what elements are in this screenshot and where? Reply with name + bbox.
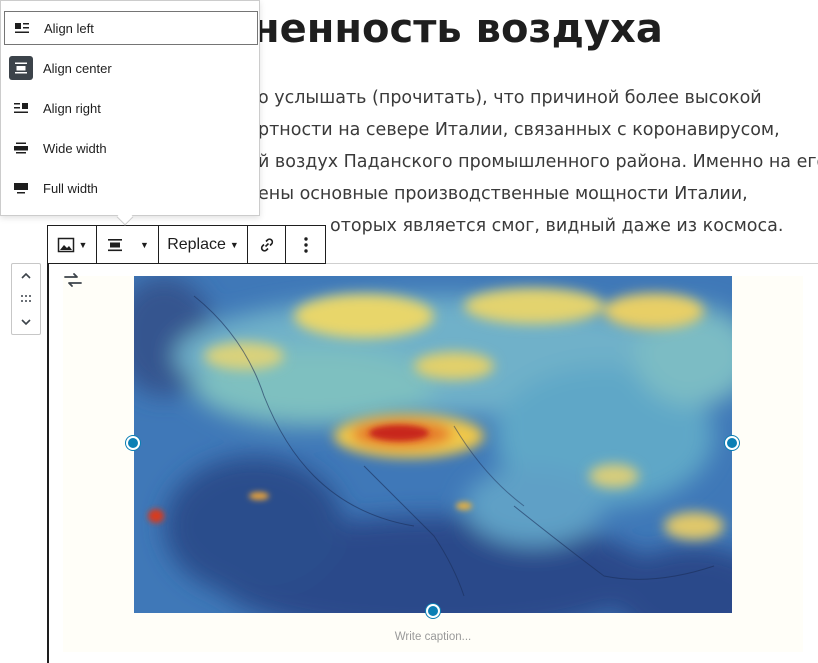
resize-handle-right[interactable] bbox=[725, 436, 739, 450]
caption-input[interactable]: Write caption... bbox=[63, 631, 803, 643]
caret-down-icon: ▼ bbox=[140, 239, 149, 250]
align-dropdown-menu: Align left Align center Align right Wide… bbox=[0, 0, 260, 226]
replace-label: Replace bbox=[167, 235, 226, 253]
chevron-down-icon bbox=[21, 319, 31, 326]
more-vertical-icon bbox=[303, 236, 308, 253]
align-button[interactable]: ▼ bbox=[97, 226, 158, 263]
menu-item-align-left[interactable]: Align left bbox=[4, 11, 258, 45]
caret-down-icon: ▼ bbox=[229, 239, 239, 250]
block-type-button[interactable]: ▼ bbox=[48, 226, 96, 263]
more-options-button[interactable] bbox=[286, 226, 325, 263]
paragraph-line: оторых является смог, видный даже из кос… bbox=[330, 216, 784, 236]
link-icon bbox=[260, 237, 273, 252]
menu-item-align-right[interactable]: Align right bbox=[4, 91, 258, 125]
drag-handle-icon bbox=[21, 295, 31, 302]
toolbar-group-align: ▼ bbox=[97, 226, 159, 263]
caret-down-icon: ▼ bbox=[78, 239, 88, 250]
wide-width-icon bbox=[9, 136, 33, 160]
toolbar-group-link bbox=[248, 226, 286, 263]
align-right-icon bbox=[9, 96, 33, 120]
block-toolbar: ▼ ▼ Replace ▼ bbox=[47, 225, 326, 264]
toolbar-group-block-type: ▼ bbox=[48, 226, 97, 263]
drag-handle[interactable] bbox=[12, 288, 40, 310]
move-up-button[interactable] bbox=[12, 265, 40, 287]
replace-button[interactable]: Replace ▼ bbox=[159, 226, 247, 263]
pollution-map-image[interactable] bbox=[134, 276, 732, 613]
menu-item-label: Align left bbox=[44, 20, 94, 36]
menu-item-align-center[interactable]: Align center bbox=[4, 51, 258, 85]
paragraph-line: о услышать (прочитать), что причиной бол… bbox=[258, 88, 762, 108]
align-left-icon bbox=[10, 16, 34, 40]
menu-item-wide-width[interactable]: Wide width bbox=[4, 131, 258, 165]
resize-handle-bottom[interactable] bbox=[426, 604, 440, 618]
menu-item-label: Full width bbox=[43, 180, 98, 196]
menu-item-label: Align center bbox=[43, 60, 112, 76]
toolbar-group-more bbox=[286, 226, 325, 263]
toolbar-group-replace: Replace ▼ bbox=[159, 226, 248, 263]
paragraph-line: й воздух Паданского промышленного района… bbox=[258, 152, 818, 172]
paragraph-line: ртности на севере Италии, связанных с ко… bbox=[258, 120, 780, 140]
align-center-icon bbox=[9, 56, 33, 80]
link-button[interactable] bbox=[248, 226, 285, 263]
chevron-up-icon bbox=[21, 272, 31, 279]
post-title[interactable]: ненность воздуха bbox=[252, 2, 812, 56]
swap-icon[interactable] bbox=[61, 268, 85, 292]
align-center-icon bbox=[108, 238, 123, 251]
block-mover bbox=[11, 263, 41, 335]
image-icon bbox=[57, 237, 74, 252]
menu-item-full-width[interactable]: Full width bbox=[4, 171, 258, 205]
menu-item-label: Wide width bbox=[43, 140, 107, 156]
resize-handle-left[interactable] bbox=[126, 436, 140, 450]
move-down-button[interactable] bbox=[12, 311, 40, 333]
menu-item-label: Align right bbox=[43, 100, 101, 116]
paragraph-line: ены основные производственные мощности И… bbox=[258, 184, 748, 204]
full-width-icon bbox=[9, 176, 33, 200]
